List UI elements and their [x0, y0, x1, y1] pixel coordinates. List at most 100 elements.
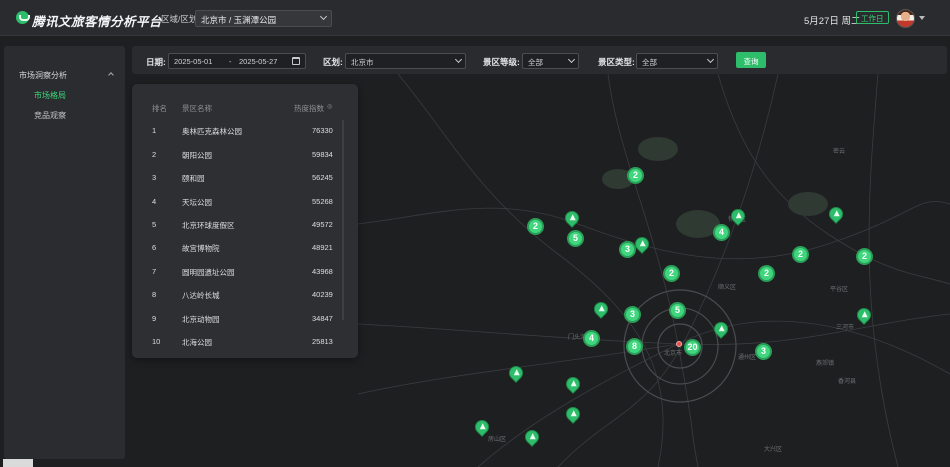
chevron-up-icon[interactable] — [108, 72, 114, 78]
map-view[interactable]: 密云 平谷区 顺义区 通州区 怀柔区 北京市 门头沟区 房山区 大兴区 三河市 … — [358, 74, 950, 467]
name-cell: 颐和园 — [182, 174, 205, 183]
sidebar-group-market-insight[interactable]: 市场洞察分析 — [19, 70, 67, 81]
map-label: 平谷区 — [830, 287, 849, 293]
ranking-header-score: 热度指数 — [294, 104, 324, 113]
map-cluster-marker[interactable]: 8 — [626, 338, 643, 355]
table-row[interactable]: 4 天坛公园 55268 — [132, 197, 358, 217]
map-cluster-marker[interactable]: 2 — [663, 265, 680, 282]
score-cell: 43968 — [312, 267, 333, 276]
table-row[interactable]: 10 北海公园 25813 — [132, 337, 358, 357]
name-cell: 圆明园遗址公园 — [182, 268, 235, 277]
score-cell: 40239 — [312, 290, 333, 299]
table-row[interactable]: 6 故宫博物院 48921 — [132, 243, 358, 263]
table-row[interactable]: 1 奥林匹克森林公园 76330 — [132, 126, 358, 146]
map-cluster-marker[interactable]: 2 — [527, 218, 544, 235]
map-cluster-marker[interactable]: 4 — [583, 330, 600, 347]
chevron-down-icon — [706, 55, 715, 64]
area-label: 区划: — [323, 57, 343, 67]
map-label: 燕郊镇 — [816, 361, 835, 367]
name-cell: 奥林匹克森林公园 — [182, 127, 242, 136]
score-cell: 76330 — [312, 126, 333, 135]
corner-tag — [3, 459, 33, 467]
type-label: 景区类型: — [598, 57, 635, 67]
map-label: 北京市 — [664, 351, 683, 357]
name-cell: 朝阳公园 — [182, 151, 212, 160]
map-label: 三河市 — [836, 325, 855, 331]
level-select[interactable]: 全部 — [522, 53, 579, 69]
rank-cell: 10 — [152, 337, 161, 346]
map-cluster-marker[interactable]: 3 — [755, 343, 772, 360]
sidebar: 市场洞察分析 市场格局 竞品观察 — [4, 46, 125, 459]
ranking-header-name: 景区名称 — [182, 104, 212, 113]
calendar-icon — [292, 57, 300, 65]
map-cluster-marker[interactable]: 2 — [627, 167, 644, 184]
area-select[interactable]: 北京市 — [345, 53, 466, 69]
top-bar: 腾讯文旅客情分析平台 区域/区划 北京市 / 玉渊潭公园 5月27日 周二 工作… — [0, 0, 950, 36]
ranking-header-rank: 排名 — [152, 104, 167, 113]
current-date: 5月27日 周二 — [804, 16, 861, 27]
map-label: 通州区 — [738, 355, 757, 361]
map-cluster-marker[interactable]: 2 — [792, 246, 809, 263]
map-cluster-marker[interactable]: 5 — [669, 302, 686, 319]
map-cluster-marker[interactable]: 2 — [758, 265, 775, 282]
map-cluster-marker[interactable]: 3 — [624, 306, 641, 323]
score-cell: 48921 — [312, 243, 333, 252]
map-label: 大兴区 — [764, 447, 783, 453]
chevron-down-icon — [319, 12, 328, 21]
rank-cell: 7 — [152, 267, 157, 276]
date-start: 2025-05-01 — [174, 57, 213, 66]
sidebar-item-market-landscape[interactable]: 市场格局 — [34, 90, 66, 101]
map-cluster-marker[interactable]: 3 — [619, 241, 636, 258]
type-value: 全部 — [642, 58, 657, 67]
region-select[interactable]: 北京市 / 玉渊潭公园 — [195, 10, 332, 27]
date-label: 日期: — [146, 57, 166, 67]
rank-cell: 6 — [152, 243, 157, 252]
table-row[interactable]: 5 北京环球度假区 49572 — [132, 220, 358, 240]
rank-cell: 3 — [152, 173, 157, 182]
sidebar-item-competitor-watch[interactable]: 竞品观察 — [34, 110, 66, 121]
score-cell: 55268 — [312, 197, 333, 206]
name-cell: 天坛公园 — [182, 198, 212, 207]
table-row[interactable]: 3 颐和园 56245 — [132, 173, 358, 193]
map-label: 密云 — [833, 149, 846, 155]
map-label: 房山区 — [488, 437, 507, 443]
map-cluster-marker[interactable]: 20 — [684, 339, 701, 356]
rank-cell: 8 — [152, 290, 157, 299]
workday-badge: 工作日 — [856, 11, 889, 24]
city-center-marker-icon — [676, 341, 682, 347]
rank-cell: 2 — [152, 150, 157, 159]
avatar[interactable] — [896, 9, 915, 28]
score-cell: 34847 — [312, 314, 333, 323]
sort-icon[interactable]: ◎ — [327, 103, 332, 110]
name-cell: 故宫博物院 — [182, 244, 220, 253]
map-cluster-marker[interactable]: 2 — [856, 248, 873, 265]
score-cell: 56245 — [312, 173, 333, 182]
table-row[interactable]: 9 北京动物园 34847 — [132, 314, 358, 334]
table-row[interactable]: 2 朝阳公园 59834 — [132, 150, 358, 170]
filter-bar: 日期: 2025-05-01 - 2025-05-27 区划: 北京市 景区等级… — [132, 46, 947, 74]
app-title: 腾讯文旅客情分析平台 — [32, 15, 163, 29]
table-row[interactable]: 7 圆明园遗址公园 43968 — [132, 267, 358, 287]
name-cell: 北京动物园 — [182, 315, 220, 324]
user-menu-caret-icon[interactable] — [919, 16, 925, 20]
map-cluster-marker[interactable]: 5 — [567, 230, 584, 247]
region-value: 北京市 / 玉渊潭公园 — [201, 15, 277, 25]
rank-cell: 1 — [152, 126, 157, 135]
date-separator: - — [229, 57, 232, 66]
rank-cell: 5 — [152, 220, 157, 229]
query-button[interactable]: 查询 — [736, 52, 766, 68]
region-label: 区域/区划 — [161, 14, 198, 24]
rank-cell: 4 — [152, 197, 157, 206]
chevron-down-icon — [567, 55, 576, 64]
score-cell: 49572 — [312, 220, 333, 229]
map-cluster-marker[interactable]: 4 — [713, 224, 730, 241]
level-value: 全部 — [528, 58, 543, 67]
date-end: 2025-05-27 — [239, 57, 278, 66]
date-range-picker[interactable]: 2025-05-01 - 2025-05-27 — [168, 53, 306, 69]
level-label: 景区等级: — [483, 57, 520, 67]
map-label: 顺义区 — [718, 285, 737, 291]
table-row[interactable]: 8 八达岭长城 40239 — [132, 290, 358, 310]
score-cell: 59834 — [312, 150, 333, 159]
type-select[interactable]: 全部 — [636, 53, 718, 69]
ranking-panel: 排名 景区名称 热度指数 ◎ 1 奥林匹克森林公园 76330 2 朝阳公园 5… — [132, 84, 358, 358]
